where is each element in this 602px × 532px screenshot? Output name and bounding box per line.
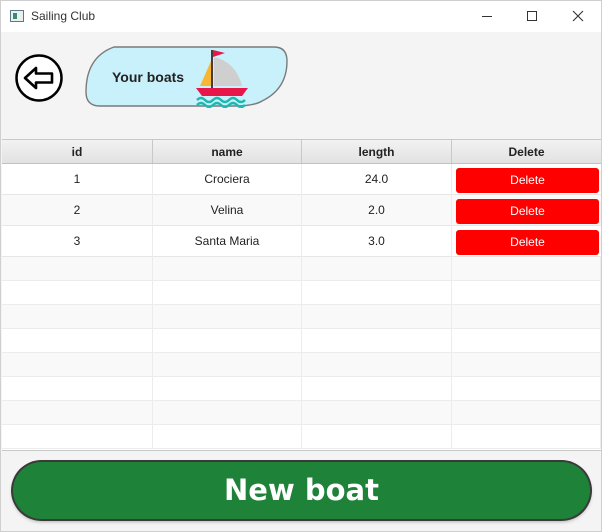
- empty-row: [2, 329, 601, 353]
- column-header-name[interactable]: name: [153, 140, 302, 163]
- empty-row: [2, 305, 601, 329]
- close-button[interactable]: [555, 1, 601, 32]
- empty-cell: [153, 257, 302, 281]
- cell-length: 24.0: [302, 164, 452, 195]
- empty-row: [2, 353, 601, 377]
- empty-row: [2, 377, 601, 401]
- window-title: Sailing Club: [31, 9, 96, 23]
- empty-cell: [2, 353, 153, 377]
- empty-cell: [302, 425, 452, 449]
- empty-cell: [452, 305, 601, 329]
- cell-length: 3.0: [302, 226, 452, 257]
- cell-name: Santa Maria: [153, 226, 302, 257]
- empty-cell: [153, 401, 302, 425]
- your-boats-label: Your boats: [112, 69, 185, 85]
- empty-cell: [302, 281, 452, 305]
- minimize-icon: [482, 16, 492, 17]
- empty-cell: [452, 401, 601, 425]
- empty-cell: [452, 329, 601, 353]
- back-button[interactable]: [15, 54, 63, 102]
- empty-cell: [302, 329, 452, 353]
- sailboat-icon: [196, 50, 248, 108]
- empty-cell: [302, 401, 452, 425]
- empty-cell: [452, 377, 601, 401]
- empty-cell: [452, 281, 601, 305]
- cell-id: 3: [2, 226, 153, 257]
- delete-button[interactable]: Delete: [456, 168, 599, 193]
- column-header-id[interactable]: id: [2, 140, 153, 163]
- new-boat-button[interactable]: New boat: [13, 462, 590, 519]
- minimize-button[interactable]: [463, 1, 509, 32]
- empty-cell: [2, 257, 153, 281]
- empty-cell: [2, 281, 153, 305]
- empty-cell: [302, 257, 452, 281]
- table-header: id name length Delete: [2, 140, 601, 164]
- delete-button[interactable]: Delete: [456, 199, 599, 224]
- empty-cell: [452, 425, 601, 449]
- empty-cell: [153, 377, 302, 401]
- empty-row: [2, 425, 601, 449]
- column-header-length[interactable]: length: [302, 140, 452, 163]
- empty-cell: [452, 353, 601, 377]
- empty-cell: [153, 353, 302, 377]
- title-bar: Sailing Club: [1, 1, 601, 32]
- maximize-icon: [527, 11, 537, 21]
- empty-cell: [2, 305, 153, 329]
- empty-cell: [153, 329, 302, 353]
- boats-table: id name length Delete 1 Crociera 24.0 De…: [2, 139, 601, 451]
- cell-length: 2.0: [302, 195, 452, 226]
- empty-cell: [153, 305, 302, 329]
- empty-cell: [302, 305, 452, 329]
- table-row[interactable]: 1 Crociera 24.0 Delete: [2, 164, 601, 195]
- empty-cell: [302, 377, 452, 401]
- cell-id: 1: [2, 164, 153, 195]
- empty-row: [2, 281, 601, 305]
- empty-cell: [2, 401, 153, 425]
- empty-row: [2, 401, 601, 425]
- close-icon: [572, 10, 584, 22]
- table-row[interactable]: 2 Velina 2.0 Delete: [2, 195, 601, 226]
- empty-cell: [2, 329, 153, 353]
- cell-name: Crociera: [153, 164, 302, 195]
- cell-id: 2: [2, 195, 153, 226]
- app-window: Sailing Club Your boats id name length D: [0, 0, 602, 532]
- empty-row: [2, 257, 601, 281]
- empty-cell: [153, 425, 302, 449]
- empty-cell: [302, 353, 452, 377]
- maximize-button[interactable]: [509, 1, 555, 32]
- app-icon: [10, 10, 24, 22]
- cell-name: Velina: [153, 195, 302, 226]
- empty-cell: [2, 377, 153, 401]
- table-row[interactable]: 3 Santa Maria 3.0 Delete: [2, 226, 601, 257]
- empty-cell: [2, 425, 153, 449]
- empty-cell: [452, 257, 601, 281]
- delete-button[interactable]: Delete: [456, 230, 599, 255]
- column-header-delete[interactable]: Delete: [452, 140, 601, 163]
- empty-cell: [153, 281, 302, 305]
